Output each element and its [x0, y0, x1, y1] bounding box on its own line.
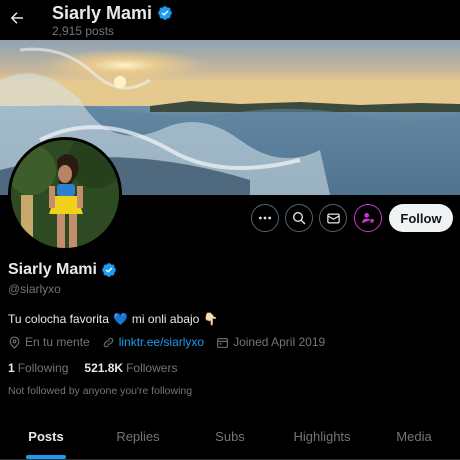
tab-subs[interactable]: Subs	[184, 414, 276, 459]
follow-button[interactable]: Follow	[389, 204, 453, 232]
followed-by-note: Not followed by anyone you're following	[8, 385, 193, 397]
header-title: Siarly Mami	[52, 2, 173, 24]
arrow-left-icon	[10, 12, 23, 24]
search-icon	[293, 212, 306, 225]
followers-count: 521.8K	[84, 361, 124, 375]
website-item[interactable]: linktr.ee/siarlyxo	[102, 335, 204, 349]
following-label: Following	[17, 361, 69, 375]
profile-handle: @siarlyxo	[8, 282, 61, 296]
display-name-text: Siarly Mami	[8, 261, 97, 278]
search-profile-button[interactable]	[285, 204, 313, 232]
link-icon	[103, 337, 113, 347]
header-title-group: Siarly Mami 2,915 posts	[52, 2, 173, 38]
subscribe-button[interactable]	[354, 204, 382, 232]
tab-posts[interactable]: Posts	[0, 414, 92, 459]
more-options-button[interactable]	[251, 204, 279, 232]
website-link[interactable]: linktr.ee/siarlyxo	[119, 335, 204, 349]
followers-stat[interactable]: 521.8K Followers	[84, 361, 177, 375]
pointing-down-emoji: 👇🏻	[203, 312, 219, 326]
profile-tabs: Posts Replies Subs Highlights Media	[0, 414, 460, 460]
verified-badge-icon	[102, 263, 116, 277]
subscribe-icon	[362, 213, 375, 224]
envelope-icon	[326, 213, 340, 223]
back-button[interactable]	[6, 6, 28, 30]
location-text: En tu mente	[25, 335, 90, 349]
blue-heart-emoji: 💙	[112, 312, 128, 326]
joined-item: Joined April 2019	[216, 335, 325, 349]
following-count: 1	[8, 361, 15, 375]
joined-text: Joined April 2019	[233, 335, 326, 349]
bio-text-1: Tu colocha favorita	[8, 312, 109, 326]
message-button[interactable]	[319, 204, 347, 232]
tab-replies[interactable]: Replies	[92, 414, 184, 459]
location-item: En tu mente	[8, 335, 90, 349]
tab-media[interactable]: Media	[368, 414, 460, 459]
bio-text-2: mi onli abajo	[131, 312, 200, 326]
followers-label: Followers	[126, 361, 178, 375]
more-icon	[259, 216, 271, 220]
posts-count: 2,915 posts	[52, 24, 115, 38]
location-pin-icon	[9, 336, 20, 349]
top-bar: Siarly Mami 2,915 posts	[0, 0, 460, 40]
calendar-icon	[217, 337, 229, 348]
header-title-text: Siarly Mami	[52, 3, 153, 23]
profile-avatar[interactable]	[8, 137, 122, 251]
tab-highlights[interactable]: Highlights	[276, 414, 368, 459]
follow-stats: 1 Following 521.8K Followers	[8, 361, 177, 375]
verified-badge-icon	[158, 6, 172, 20]
profile-meta: En tu mente linktr.ee/siarlyxo Joined Ap…	[8, 335, 325, 349]
following-stat[interactable]: 1 Following	[8, 361, 68, 375]
profile-display-name: Siarly Mami	[8, 261, 117, 279]
profile-bio: Tu colocha favorita 💙 mi onli abajo 👇🏻	[8, 312, 218, 326]
